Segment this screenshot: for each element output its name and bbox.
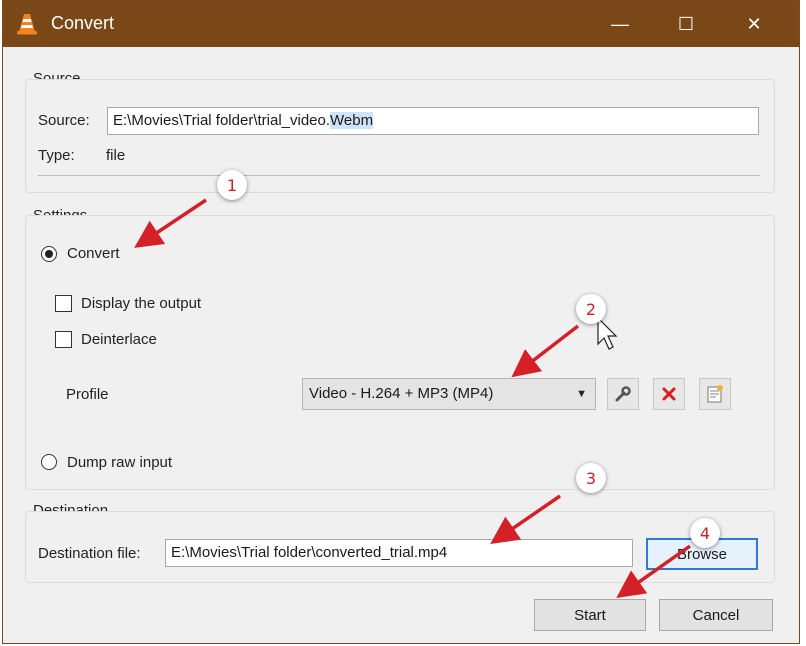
arrow-1 (134, 198, 207, 248)
mouse-cursor-icon (597, 316, 618, 350)
annotation-arrows (134, 198, 692, 599)
arrow-3 (490, 494, 561, 544)
step-4-badge: 4 (690, 518, 720, 548)
arrow-4 (616, 544, 692, 599)
step-2-badge: 2 (576, 294, 606, 324)
arrow-2 (511, 324, 580, 378)
step-3-badge: 3 (576, 463, 606, 493)
step-1-badge: 1 (217, 170, 247, 200)
